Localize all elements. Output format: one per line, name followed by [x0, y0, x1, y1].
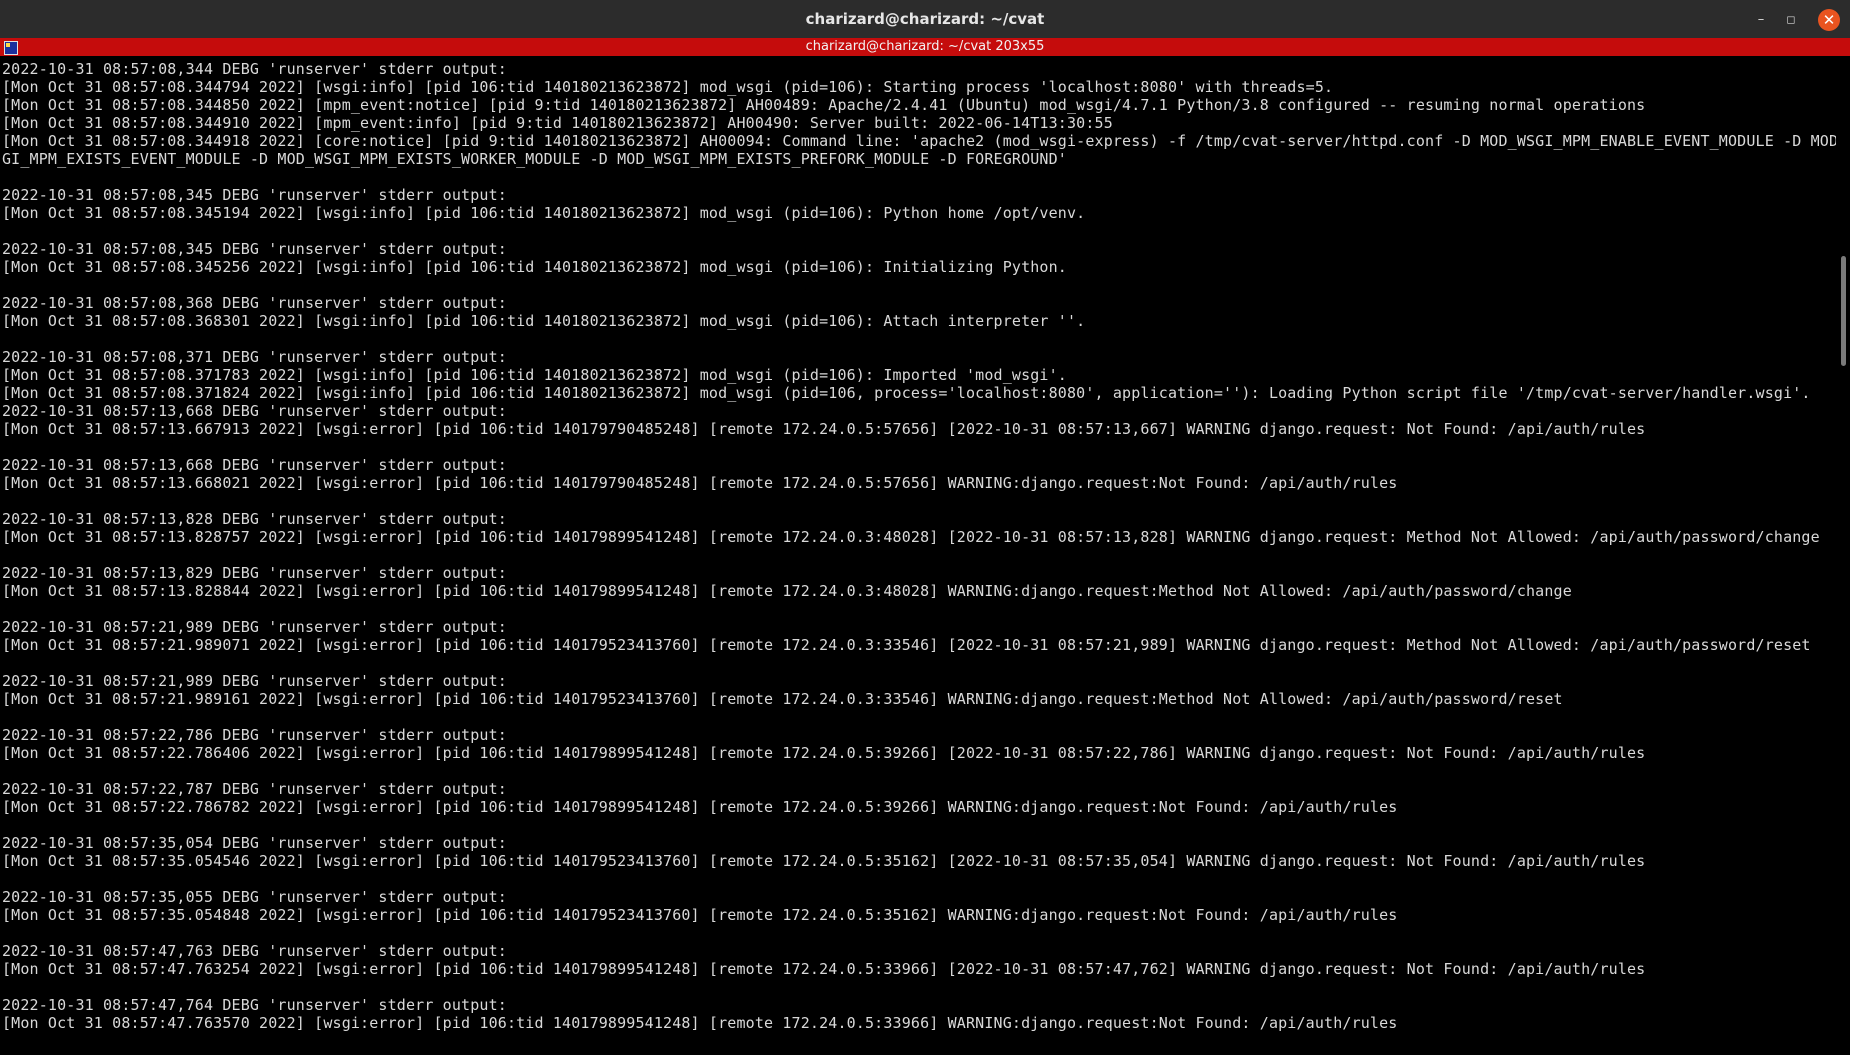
terminal-line: 2022-10-31 08:57:47,764 DEBG 'runserver'… — [2, 996, 507, 1014]
terminal-line: [Mon Oct 31 08:57:47.763254 2022] [wsgi:… — [2, 960, 1646, 978]
terminal-line: 2022-10-31 08:57:08,345 DEBG 'runserver'… — [2, 240, 507, 258]
terminal-line: 2022-10-31 08:57:21,989 DEBG 'runserver'… — [2, 672, 507, 690]
minimize-icon[interactable]: – — [1750, 9, 1772, 31]
terminal-line: 2022-10-31 08:57:13,829 DEBG 'runserver'… — [2, 564, 507, 582]
terminal-line: [Mon Oct 31 08:57:21.989071 2022] [wsgi:… — [2, 636, 1811, 654]
terminal-line: [Mon Oct 31 08:57:13.668021 2022] [wsgi:… — [2, 474, 1398, 492]
terminal-line: [Mon Oct 31 08:57:13.828757 2022] [wsgi:… — [2, 528, 1820, 546]
terminal-line: [Mon Oct 31 08:57:08.344850 2022] [mpm_e… — [2, 96, 1646, 114]
terminal-line: [Mon Oct 31 08:57:35.054546 2022] [wsgi:… — [2, 852, 1646, 870]
terminal-line: [Mon Oct 31 08:57:21.989161 2022] [wsgi:… — [2, 690, 1563, 708]
terminal-line: 2022-10-31 08:57:21,989 DEBG 'runserver'… — [2, 618, 507, 636]
terminal-line: [Mon Oct 31 08:57:35.054848 2022] [wsgi:… — [2, 906, 1398, 924]
terminal-line: 2022-10-31 08:57:47,763 DEBG 'runserver'… — [2, 942, 507, 960]
terminal-line: [Mon Oct 31 08:57:08.345256 2022] [wsgi:… — [2, 258, 1067, 276]
terminal-line: 2022-10-31 08:57:08,368 DEBG 'runserver'… — [2, 294, 507, 312]
terminal-line: [Mon Oct 31 08:57:08.368301 2022] [wsgi:… — [2, 312, 1086, 330]
terminal-line: [Mon Oct 31 08:57:08.371824 2022] [wsgi:… — [2, 384, 1811, 402]
terminal-line: [Mon Oct 31 08:57:13.828844 2022] [wsgi:… — [2, 582, 1572, 600]
terminal-line: [Mon Oct 31 08:57:08.345194 2022] [wsgi:… — [2, 204, 1086, 222]
close-icon[interactable]: ✕ — [1818, 9, 1840, 31]
terminal-line: [Mon Oct 31 08:57:47.763570 2022] [wsgi:… — [2, 1014, 1398, 1032]
terminal-line: 2022-10-31 08:57:08,344 DEBG 'runserver'… — [2, 60, 507, 78]
terminal-line: 2022-10-31 08:57:35,055 DEBG 'runserver'… — [2, 888, 507, 906]
maximize-icon[interactable]: ◻ — [1780, 9, 1802, 31]
window-titlebar[interactable]: charizard@charizard: ~/cvat – ◻ ✕ — [0, 0, 1850, 39]
terminal-line: [Mon Oct 31 08:57:08.371783 2022] [wsgi:… — [2, 366, 1067, 384]
terminal-line: [Mon Oct 31 08:57:08.344918 2022] [core:… — [2, 132, 1836, 150]
terminal-line: 2022-10-31 08:57:22,786 DEBG 'runserver'… — [2, 726, 507, 744]
terminal-line: 2022-10-31 08:57:08,345 DEBG 'runserver'… — [2, 186, 507, 204]
scrollbar[interactable] — [1836, 56, 1850, 1055]
terminal-line: 2022-10-31 08:57:08,371 DEBG 'runserver'… — [2, 348, 507, 366]
terminal-line: 2022-10-31 08:57:13,668 DEBG 'runserver'… — [2, 402, 507, 420]
terminal-output[interactable]: 2022-10-31 08:57:08,344 DEBG 'runserver'… — [0, 60, 1836, 1055]
terminal-line: 2022-10-31 08:57:13,828 DEBG 'runserver'… — [2, 510, 507, 528]
tmux-status-bar: charizard@charizard: ~/cvat 203x55 — [0, 38, 1850, 56]
window-title: charizard@charizard: ~/cvat — [805, 10, 1045, 28]
tmux-status-label: charizard@charizard: ~/cvat 203x55 — [805, 39, 1045, 54]
terminal-line: [Mon Oct 31 08:57:13.667913 2022] [wsgi:… — [2, 420, 1646, 438]
terminal-line: [Mon Oct 31 08:57:22.786406 2022] [wsgi:… — [2, 744, 1646, 762]
terminal-line: [Mon Oct 31 08:57:08.344794 2022] [wsgi:… — [2, 78, 1334, 96]
terminal-line: 2022-10-31 08:57:35,054 DEBG 'runserver'… — [2, 834, 507, 852]
terminal-line: 2022-10-31 08:57:13,668 DEBG 'runserver'… — [2, 456, 507, 474]
terminal-line: [Mon Oct 31 08:57:22.786782 2022] [wsgi:… — [2, 798, 1398, 816]
terminal-line: 2022-10-31 08:57:22,787 DEBG 'runserver'… — [2, 780, 507, 798]
terminal-line: [Mon Oct 31 08:57:08.344910 2022] [mpm_e… — [2, 114, 1113, 132]
scrollbar-thumb[interactable] — [1841, 256, 1846, 366]
terminal-line: GI_MPM_EXISTS_EVENT_MODULE -D MOD_WSGI_M… — [2, 150, 1067, 168]
